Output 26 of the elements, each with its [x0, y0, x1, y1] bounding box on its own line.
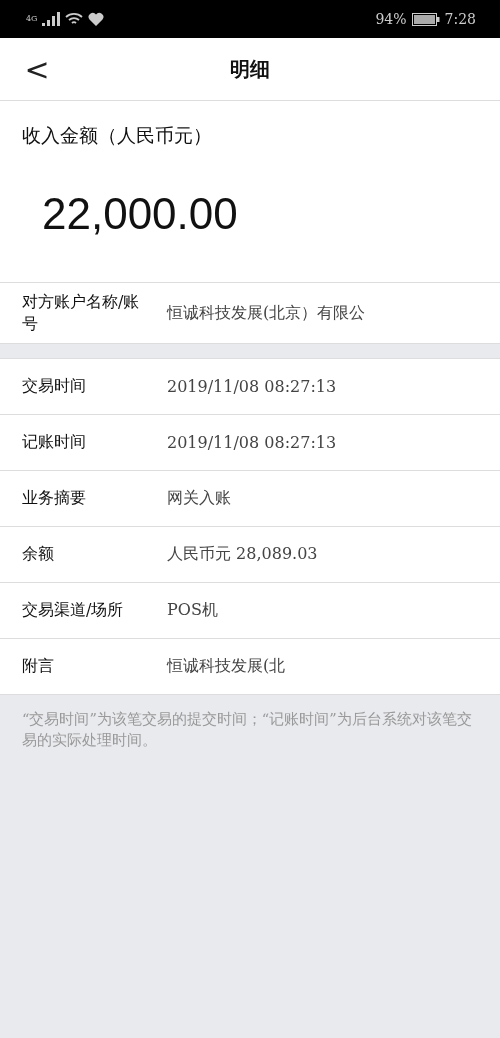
battery-icon	[411, 12, 440, 26]
network-label: 4G	[26, 15, 38, 23]
detail-label: 交易时间	[22, 375, 87, 398]
detail-value: 恒诚科技发展(北京）有限公	[167, 302, 366, 324]
clock-time: 7:28	[444, 11, 476, 27]
detail-label: 业务摘要	[22, 487, 87, 510]
detail-value: 2019/11/08 08:27:13	[167, 433, 337, 452]
detail-label: 余额	[22, 543, 55, 566]
back-button[interactable]: <	[0, 51, 60, 87]
signal-icon	[42, 12, 61, 26]
detail-value: 网关入账	[167, 488, 231, 509]
detail-value: 恒诚科技发展(北	[167, 656, 286, 677]
amount-label: 收入金额（人民币元）	[22, 123, 213, 148]
amount-value: 22,000.00	[42, 189, 239, 239]
footnote-text: “交易时间”为该笔交易的提交时间；“记账时间”为后台系统对该笔交易的实际处理时间。	[21, 710, 473, 750]
detail-value: 2019/11/08 08:27:13	[167, 377, 337, 396]
heart-icon	[88, 12, 105, 26]
detail-label: 对方账户名称/账号	[22, 290, 140, 335]
battery-percent: 94%	[375, 11, 407, 27]
detail-label: 记账时间	[22, 431, 87, 454]
wifi-icon	[65, 12, 84, 26]
detail-value: POS机	[167, 600, 218, 621]
detail-label: 交易渠道/场所	[22, 599, 125, 622]
page-title: 明细	[230, 55, 270, 83]
detail-label: 附言	[22, 655, 55, 678]
detail-value: 人民币元 28,089.03	[167, 544, 318, 565]
